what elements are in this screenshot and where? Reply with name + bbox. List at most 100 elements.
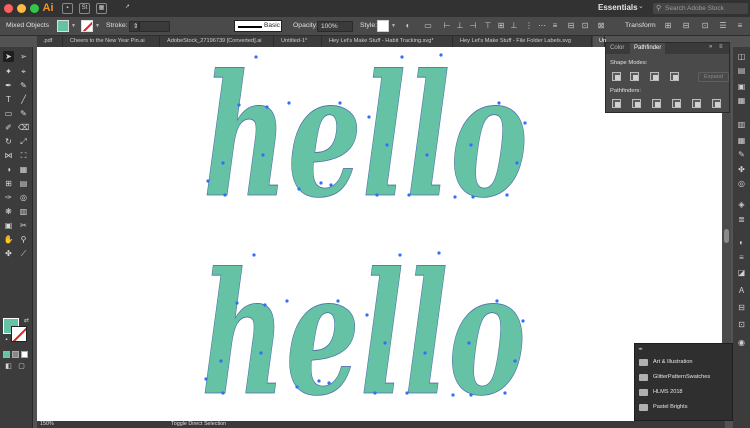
panel-menu-icon[interactable]: ≡ [719,44,723,50]
tab-untitled[interactable]: Untitled-1* [275,36,322,47]
gradient-mode-icon[interactable] [12,351,19,358]
stack-icon[interactable]: ≣ [736,214,747,225]
list-item[interactable]: Art & Illustration [639,357,731,369]
trim-button[interactable] [632,99,641,108]
gradient-tool-icon[interactable]: ▤ [18,178,29,189]
panel-menu-icon[interactable]: ☰ [718,21,728,31]
none-mode-icon[interactable] [21,351,28,358]
tab-active-document[interactable]: Un [593,36,606,47]
brush-definition-dropdown[interactable]: Basic [234,20,282,32]
free-transform-tool-icon[interactable]: ⛶ [18,150,29,161]
layers-panel-icon[interactable]: ▤ [736,65,747,76]
magic-wand-icon[interactable]: ✦ [3,66,14,77]
graphic-styles-icon[interactable]: ◈ [736,199,747,210]
opacity-input[interactable]: 100% [317,21,353,32]
minus-back-button[interactable] [712,99,721,108]
gpu-rocket-icon[interactable]: ➚ [122,3,133,14]
align-vcenter-icon[interactable]: ⊞ [496,21,506,31]
unite-button[interactable] [612,72,621,81]
asset-export-icon[interactable]: ◉ [736,337,747,348]
line-tool-icon[interactable]: ╱ [18,94,29,105]
libraries-panel-icon[interactable]: ▣ [736,81,747,92]
stroke-label[interactable]: Stroke: [106,22,128,29]
minus-front-button[interactable] [630,72,639,81]
zoom-level-dropdown[interactable]: 150% [40,421,54,428]
tab-color[interactable]: Color [606,43,628,54]
scrollbar-thumb[interactable] [724,229,729,243]
stroke-weight-input[interactable] [139,21,170,32]
flip-icon[interactable]: ⊞ [663,21,673,31]
symbols-panel-icon[interactable]: ✤ [736,164,747,175]
chevron-down-icon[interactable]: ⌄ [638,2,644,10]
merge-button[interactable] [652,99,661,108]
eyedropper-tool-icon[interactable]: ✑ [3,192,14,203]
screen-mode-icon[interactable]: ▢ [16,361,27,372]
tab-habit-tracking[interactable]: Hey Let's Make Stuff - Habit Tracking.sv… [323,36,453,47]
shaper-tool-icon[interactable]: ✐ [3,122,14,133]
mesh-tool-icon[interactable]: ⊞ [3,178,14,189]
selection-tool-icon[interactable]: ➤ [3,51,14,62]
align-options-icon[interactable]: ⊡ [580,21,590,31]
type-tool-icon[interactable]: T [3,94,14,105]
exclude-button[interactable] [670,72,679,81]
intersect-button[interactable] [650,72,659,81]
tab-pathfinder[interactable]: Pathfinder [630,43,666,54]
hello-artwork-bottom[interactable]: hello [201,243,531,413]
chevron-down-icon[interactable]: ▼ [95,23,100,29]
perspective-grid-tool-icon[interactable]: ▦ [18,164,29,175]
puppet-warp-icon[interactable]: ✤ [3,248,14,259]
transparency-panel-icon[interactable]: ◐ [736,237,747,248]
character-panel-icon[interactable]: A [736,285,747,296]
reflect-icon[interactable]: ⊟ [681,21,691,31]
blend-tool-icon[interactable]: ◎ [18,192,29,203]
tab-adobestock[interactable]: AdobeStock_27196739 [Converted].ai [161,36,274,47]
stroke-panel-icon[interactable]: ≡ [736,252,747,263]
width-tool-icon[interactable]: ⋈ [3,150,14,161]
swap-fill-stroke-icon[interactable]: ⇄ [21,316,32,327]
list-item[interactable]: HLMS 2018 [639,387,731,399]
shape-builder-tool-icon[interactable]: ◑ [3,164,14,175]
align-bottom-icon[interactable]: ⊥ [509,21,519,31]
eraser-tool-icon[interactable]: ⌫ [18,122,29,133]
scale-tool-icon[interactable]: ⤢ [18,136,29,147]
workspace-switcher[interactable]: Essentials [598,3,638,12]
lasso-tool-icon[interactable]: ⌖ [18,66,29,77]
distribute-icon[interactable]: ⋮ [524,21,534,31]
stock-search-input[interactable]: ⚲ Search Adobe Stock [653,3,748,14]
color-mode-icon[interactable] [3,351,10,358]
recolor-artwork-icon[interactable]: ◐ [403,21,413,31]
swatches-panel-icon[interactable]: ▦ [736,135,747,146]
stock-icon[interactable]: St [79,3,90,14]
distribute-v-icon[interactable]: ≡ [550,21,560,31]
fill-swatch[interactable] [57,20,69,32]
list-item[interactable]: GlitterPatternSwatches [639,372,731,384]
align-hcenter-icon[interactable]: ⊥ [455,21,465,31]
align-panel-icon[interactable]: ⊟ [736,302,747,313]
graphic-style-swatch[interactable] [377,20,389,32]
bridge-icon[interactable]: ▪ [62,3,73,14]
draw-normal-icon[interactable]: ◧ [3,361,14,372]
default-colors-icon[interactable]: ▪ [1,335,12,346]
align-top-icon[interactable]: ⊤ [483,21,493,31]
align-left-icon[interactable]: ⊢ [442,21,452,31]
outline-button[interactable] [692,99,701,108]
properties-panel-icon[interactable]: ◫ [736,51,747,62]
gradient-panel-icon[interactable]: ◪ [736,267,747,278]
list-item[interactable]: Pastel Brights [639,402,731,414]
chevron-down-icon[interactable]: ▼ [391,23,396,29]
hand-tool-icon[interactable]: ✋ [3,234,14,245]
hello-artwork-top[interactable]: hello [203,47,533,215]
opacity-label[interactable]: Opacity: [293,22,318,29]
transform-panel-link[interactable]: Transform [625,22,656,29]
stroke-weight-stepper[interactable]: ⇕ [129,21,139,32]
control-menu-icon[interactable]: ≡ [735,21,745,31]
rotate-tool-icon[interactable]: ↻ [3,136,14,147]
brushes-panel-icon[interactable]: ✎ [736,149,747,160]
collapse-panel-icon[interactable]: » [709,44,712,50]
appearance-panel-icon[interactable]: ◎ [736,178,747,189]
pathfinder-shortcut-icon[interactable]: ⊡ [700,21,710,31]
direct-selection-tool-icon[interactable]: ➢ [18,51,29,62]
align-right-icon[interactable]: ⊣ [468,21,478,31]
paintbrush-tool-icon[interactable]: ✎ [18,108,29,119]
rectangle-tool-icon[interactable]: ▭ [3,108,14,119]
